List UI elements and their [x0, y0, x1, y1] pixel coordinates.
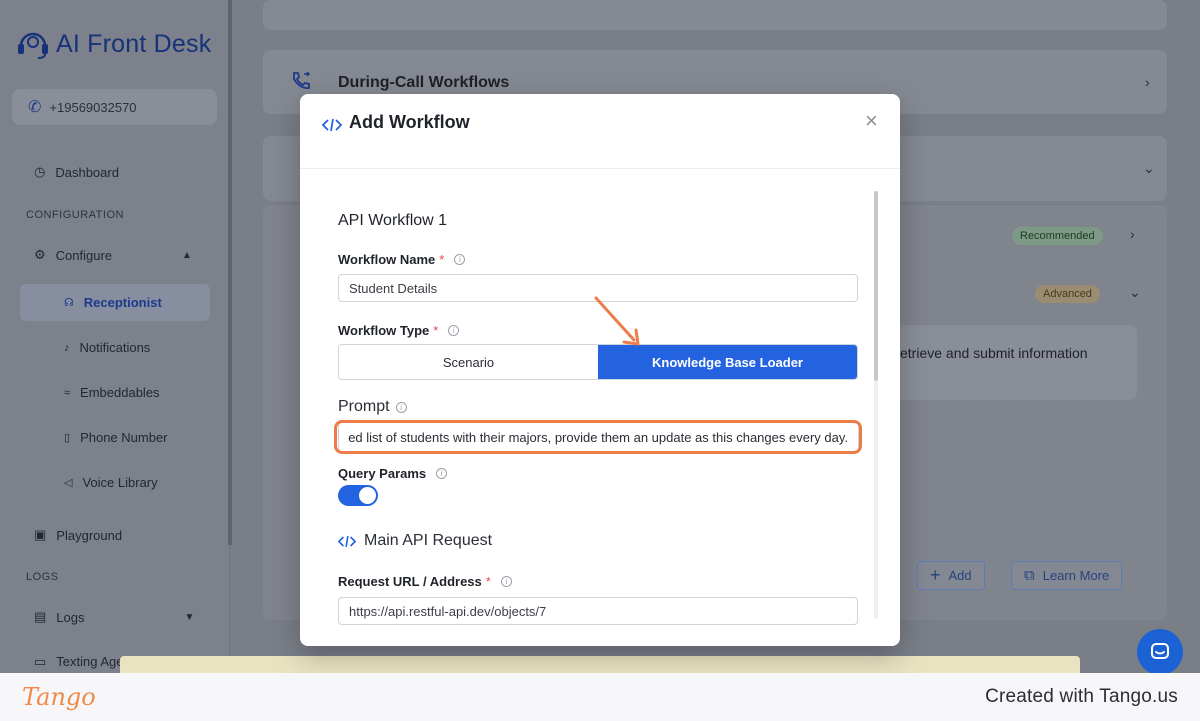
playground-icon: ▣ [34, 527, 47, 542]
chevron-up-icon: ▲ [182, 249, 192, 261]
sidebar-scrollbar[interactable] [228, 0, 232, 545]
sidebar-item-label: Phone Number [80, 430, 168, 445]
sidebar-item-label: Embeddables [80, 385, 160, 400]
add-workflow-modal: Add Workflow × API Workflow 1 Workflow N… [300, 94, 900, 646]
tango-logo[interactable]: Tango [22, 683, 96, 711]
add-button-label: Add [948, 568, 972, 583]
bell-icon: ♪ [64, 341, 70, 354]
sidebar-item-label: Logs [56, 609, 85, 625]
phone-icon: ▯ [64, 432, 71, 444]
query-params-label: Query Params i [338, 466, 448, 481]
code-icon [338, 535, 356, 547]
sidebar-item-playground[interactable]: ▣ Playground [34, 527, 122, 543]
main-api-request-heading: Main API Request [338, 532, 492, 550]
chevron-right-icon[interactable]: › [1145, 74, 1150, 90]
speaker-icon: ◁ [64, 477, 73, 489]
sidebar-item-label: Notifications [79, 340, 151, 355]
required-marker: * [433, 323, 439, 338]
request-url-input[interactable]: https://api.restful-api.dev/objects/7 [338, 597, 858, 625]
label-text: Workflow Type [338, 323, 430, 338]
modal-header: Add Workflow × [300, 94, 900, 169]
annotation-arrow-icon [594, 296, 640, 346]
code-icon [322, 118, 342, 132]
sidebar-item-label: Receptionist [83, 295, 162, 310]
add-button[interactable]: + Add [917, 561, 985, 590]
headset-logo-icon [18, 32, 48, 59]
chat-icon [1151, 643, 1169, 659]
info-icon[interactable]: i [448, 325, 460, 336]
plus-icon: + [930, 565, 941, 585]
label-text: Workflow Name [338, 252, 436, 267]
message-icon: ▭ [34, 654, 47, 669]
sidebar-item-voice-library[interactable]: ◁ Voice Library [64, 475, 158, 490]
sidebar-item-notifications[interactable]: ♪ Notifications [64, 340, 150, 355]
chevron-down-icon[interactable]: ⌄ [1143, 160, 1155, 177]
query-params-toggle[interactable] [338, 485, 378, 506]
info-card [880, 325, 1137, 400]
toggle-knob [359, 487, 376, 504]
footer-credit: Created with Tango.us [985, 686, 1178, 707]
during-call-title: During-Call Workflows [338, 74, 510, 91]
chat-widget-button[interactable] [1137, 629, 1183, 675]
info-icon[interactable]: i [454, 254, 466, 265]
required-marker: * [485, 574, 491, 589]
learn-more-button[interactable]: ⧉ Learn More [1011, 561, 1123, 590]
chevron-down-icon[interactable]: ⌄ [1129, 284, 1141, 301]
embed-icon: ≈ [64, 386, 71, 399]
phone-number: +19569032570 [49, 99, 137, 115]
sidebar-item-label: Playground [56, 527, 123, 543]
label-text: Request URL / Address [338, 574, 482, 589]
sidebar-item-label: Voice Library [82, 475, 158, 490]
call-workflow-icon [293, 71, 311, 89]
required-marker: * [439, 252, 445, 267]
sidebar-item-texting[interactable]: ▭ Texting Age [34, 654, 124, 670]
sidebar: AI Front Desk ✆ +19569032570 ◷ Dashboard… [0, 0, 230, 673]
learn-more-label: Learn More [1042, 568, 1110, 583]
basic-settings-card[interactable] [263, 0, 1167, 30]
request-url-label: Request URL / Address * i [338, 574, 512, 589]
gear-icon: ⚙ [34, 247, 46, 262]
workflow-name-label: Workflow Name * i [338, 252, 466, 267]
tango-footer: Tango Created with Tango.us [0, 673, 1200, 721]
badge-recommended: Recommended [1012, 227, 1103, 245]
badge-advanced: Advanced [1035, 285, 1100, 303]
dashboard-icon: ◷ [34, 164, 46, 179]
app-name: AI Front Desk [56, 29, 212, 58]
info-text: etrieve and submit information [900, 345, 1088, 361]
sidebar-item-label: Configure [55, 247, 113, 263]
sidebar-heading-configuration: CONFIGURATION [26, 209, 124, 221]
info-icon[interactable]: i [436, 468, 448, 479]
type-option-scenario[interactable]: Scenario [339, 345, 598, 379]
sidebar-item-configure[interactable]: ⚙ Configure ▲ [34, 247, 192, 263]
external-link-icon: ⧉ [1024, 567, 1035, 584]
sidebar-heading-logs: LOGS [26, 571, 59, 583]
phone-icon: ✆ [28, 99, 42, 116]
sidebar-item-dashboard[interactable]: ◷ Dashboard [34, 164, 119, 180]
logs-icon: ▤ [34, 609, 47, 624]
sidebar-item-label: Dashboard [55, 164, 119, 180]
modal-title: Add Workflow [349, 112, 470, 132]
sidebar-item-receptionist[interactable]: ☊ Receptionist [64, 295, 162, 310]
label-text: Prompt [338, 398, 390, 415]
section-label: Main API Request [364, 532, 493, 549]
sidebar-item-embeddables[interactable]: ≈ Embeddables [64, 385, 160, 400]
info-icon[interactable]: i [500, 576, 512, 587]
workflow-type-label: Workflow Type * i [338, 323, 460, 338]
label-text: Query Params [338, 466, 427, 481]
annotation-highlight [334, 420, 862, 454]
chevron-right-icon[interactable]: › [1130, 226, 1135, 242]
info-icon[interactable]: i [395, 401, 407, 413]
phone-number-selector[interactable]: ✆ +19569032570 [12, 89, 217, 125]
chevron-down-icon: ▼ [184, 611, 195, 623]
sidebar-item-phone-number[interactable]: ▯ Phone Number [64, 430, 168, 445]
sidebar-item-logs[interactable]: ▤ Logs ▼ [34, 609, 194, 625]
prompt-label: Prompt i [338, 398, 407, 416]
app-logo[interactable]: AI Front Desk [16, 28, 211, 60]
close-icon[interactable]: × [865, 110, 878, 132]
section-title: API Workflow 1 [338, 212, 448, 229]
receptionist-icon: ☊ [64, 297, 74, 309]
sidebar-item-label: Texting Age [56, 654, 124, 669]
modal-scrollbar[interactable] [874, 191, 878, 381]
